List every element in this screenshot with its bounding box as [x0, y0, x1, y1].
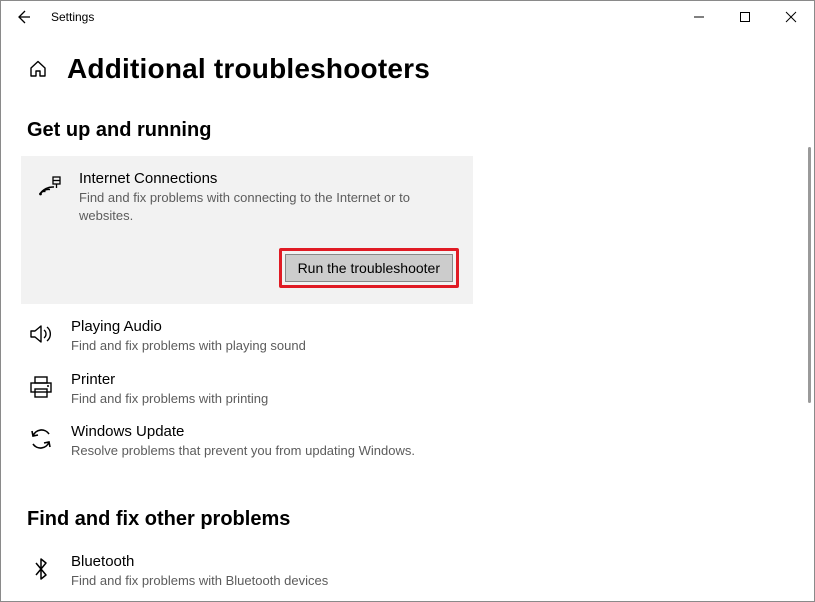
- troubleshooter-item-internet-expanded[interactable]: Internet Connections Find and fix proble…: [21, 156, 473, 304]
- title-bar-left: Settings: [1, 1, 94, 33]
- troubleshooter-item-text: Bluetooth Find and fix problems with Blu…: [71, 553, 479, 590]
- bluetooth-icon: [27, 555, 55, 583]
- troubleshooter-name: Windows Update: [71, 423, 479, 440]
- run-row: Run the troubleshooter: [35, 248, 459, 288]
- troubleshooter-item-bluetooth[interactable]: Bluetooth Find and fix problems with Blu…: [27, 545, 479, 598]
- window-controls: [676, 1, 814, 33]
- settings-window: Settings Additional troubleshooters Get …: [0, 0, 815, 602]
- troubleshooter-desc: Resolve problems that prevent you from u…: [71, 442, 479, 460]
- window-title: Settings: [51, 10, 94, 24]
- back-button[interactable]: [1, 1, 45, 33]
- troubleshooter-item-internet: Internet Connections Find and fix proble…: [35, 166, 459, 224]
- run-troubleshooter-button[interactable]: Run the troubleshooter: [285, 254, 453, 282]
- close-button[interactable]: [768, 1, 814, 33]
- troubleshooter-item-printer[interactable]: Printer Find and fix problems with print…: [27, 363, 479, 416]
- maximize-button[interactable]: [722, 1, 768, 33]
- troubleshooter-name: Bluetooth: [71, 553, 479, 570]
- troubleshooter-desc: Find and fix problems with connecting to…: [79, 189, 459, 224]
- house-icon: [28, 59, 48, 79]
- run-highlight-box: Run the troubleshooter: [279, 248, 459, 288]
- troubleshooter-item-audio[interactable]: Playing Audio Find and fix problems with…: [27, 310, 479, 363]
- troubleshooter-desc: Find and fix problems with Bluetooth dev…: [71, 572, 479, 590]
- minimize-icon: [693, 11, 705, 23]
- troubleshooter-name: Playing Audio: [71, 318, 479, 335]
- home-icon[interactable]: [27, 58, 49, 80]
- troubleshooter-item-update[interactable]: Windows Update Resolve problems that pre…: [27, 415, 479, 468]
- printer-icon: [27, 373, 55, 401]
- audio-icon: [27, 320, 55, 348]
- section-title-other: Find and fix other problems: [27, 508, 788, 531]
- close-icon: [785, 11, 797, 23]
- page-title: Additional troubleshooters: [67, 53, 430, 85]
- troubleshooter-name: Internet Connections: [79, 170, 459, 187]
- troubleshooter-item-text: Internet Connections Find and fix proble…: [79, 170, 459, 224]
- section-title-getup: Get up and running: [27, 119, 788, 142]
- title-bar: Settings: [1, 1, 814, 33]
- troubleshooter-name: Printer: [71, 371, 479, 388]
- troubleshooter-desc: Find and fix problems with printing: [71, 390, 479, 408]
- troubleshooter-item-text: Playing Audio Find and fix problems with…: [71, 318, 479, 355]
- troubleshooter-item-text: Windows Update Resolve problems that pre…: [71, 423, 479, 460]
- minimize-button[interactable]: [676, 1, 722, 33]
- content-area: Additional troubleshooters Get up and ru…: [1, 33, 814, 601]
- update-icon: [27, 425, 55, 453]
- page-header: Additional troubleshooters: [27, 53, 788, 85]
- scrollbar-thumb[interactable]: [808, 147, 811, 403]
- arrow-left-icon: [15, 9, 31, 25]
- internet-icon: [35, 172, 63, 200]
- troubleshooter-item-text: Printer Find and fix problems with print…: [71, 371, 479, 408]
- maximize-icon: [739, 11, 751, 23]
- troubleshooter-desc: Find and fix problems with playing sound: [71, 337, 479, 355]
